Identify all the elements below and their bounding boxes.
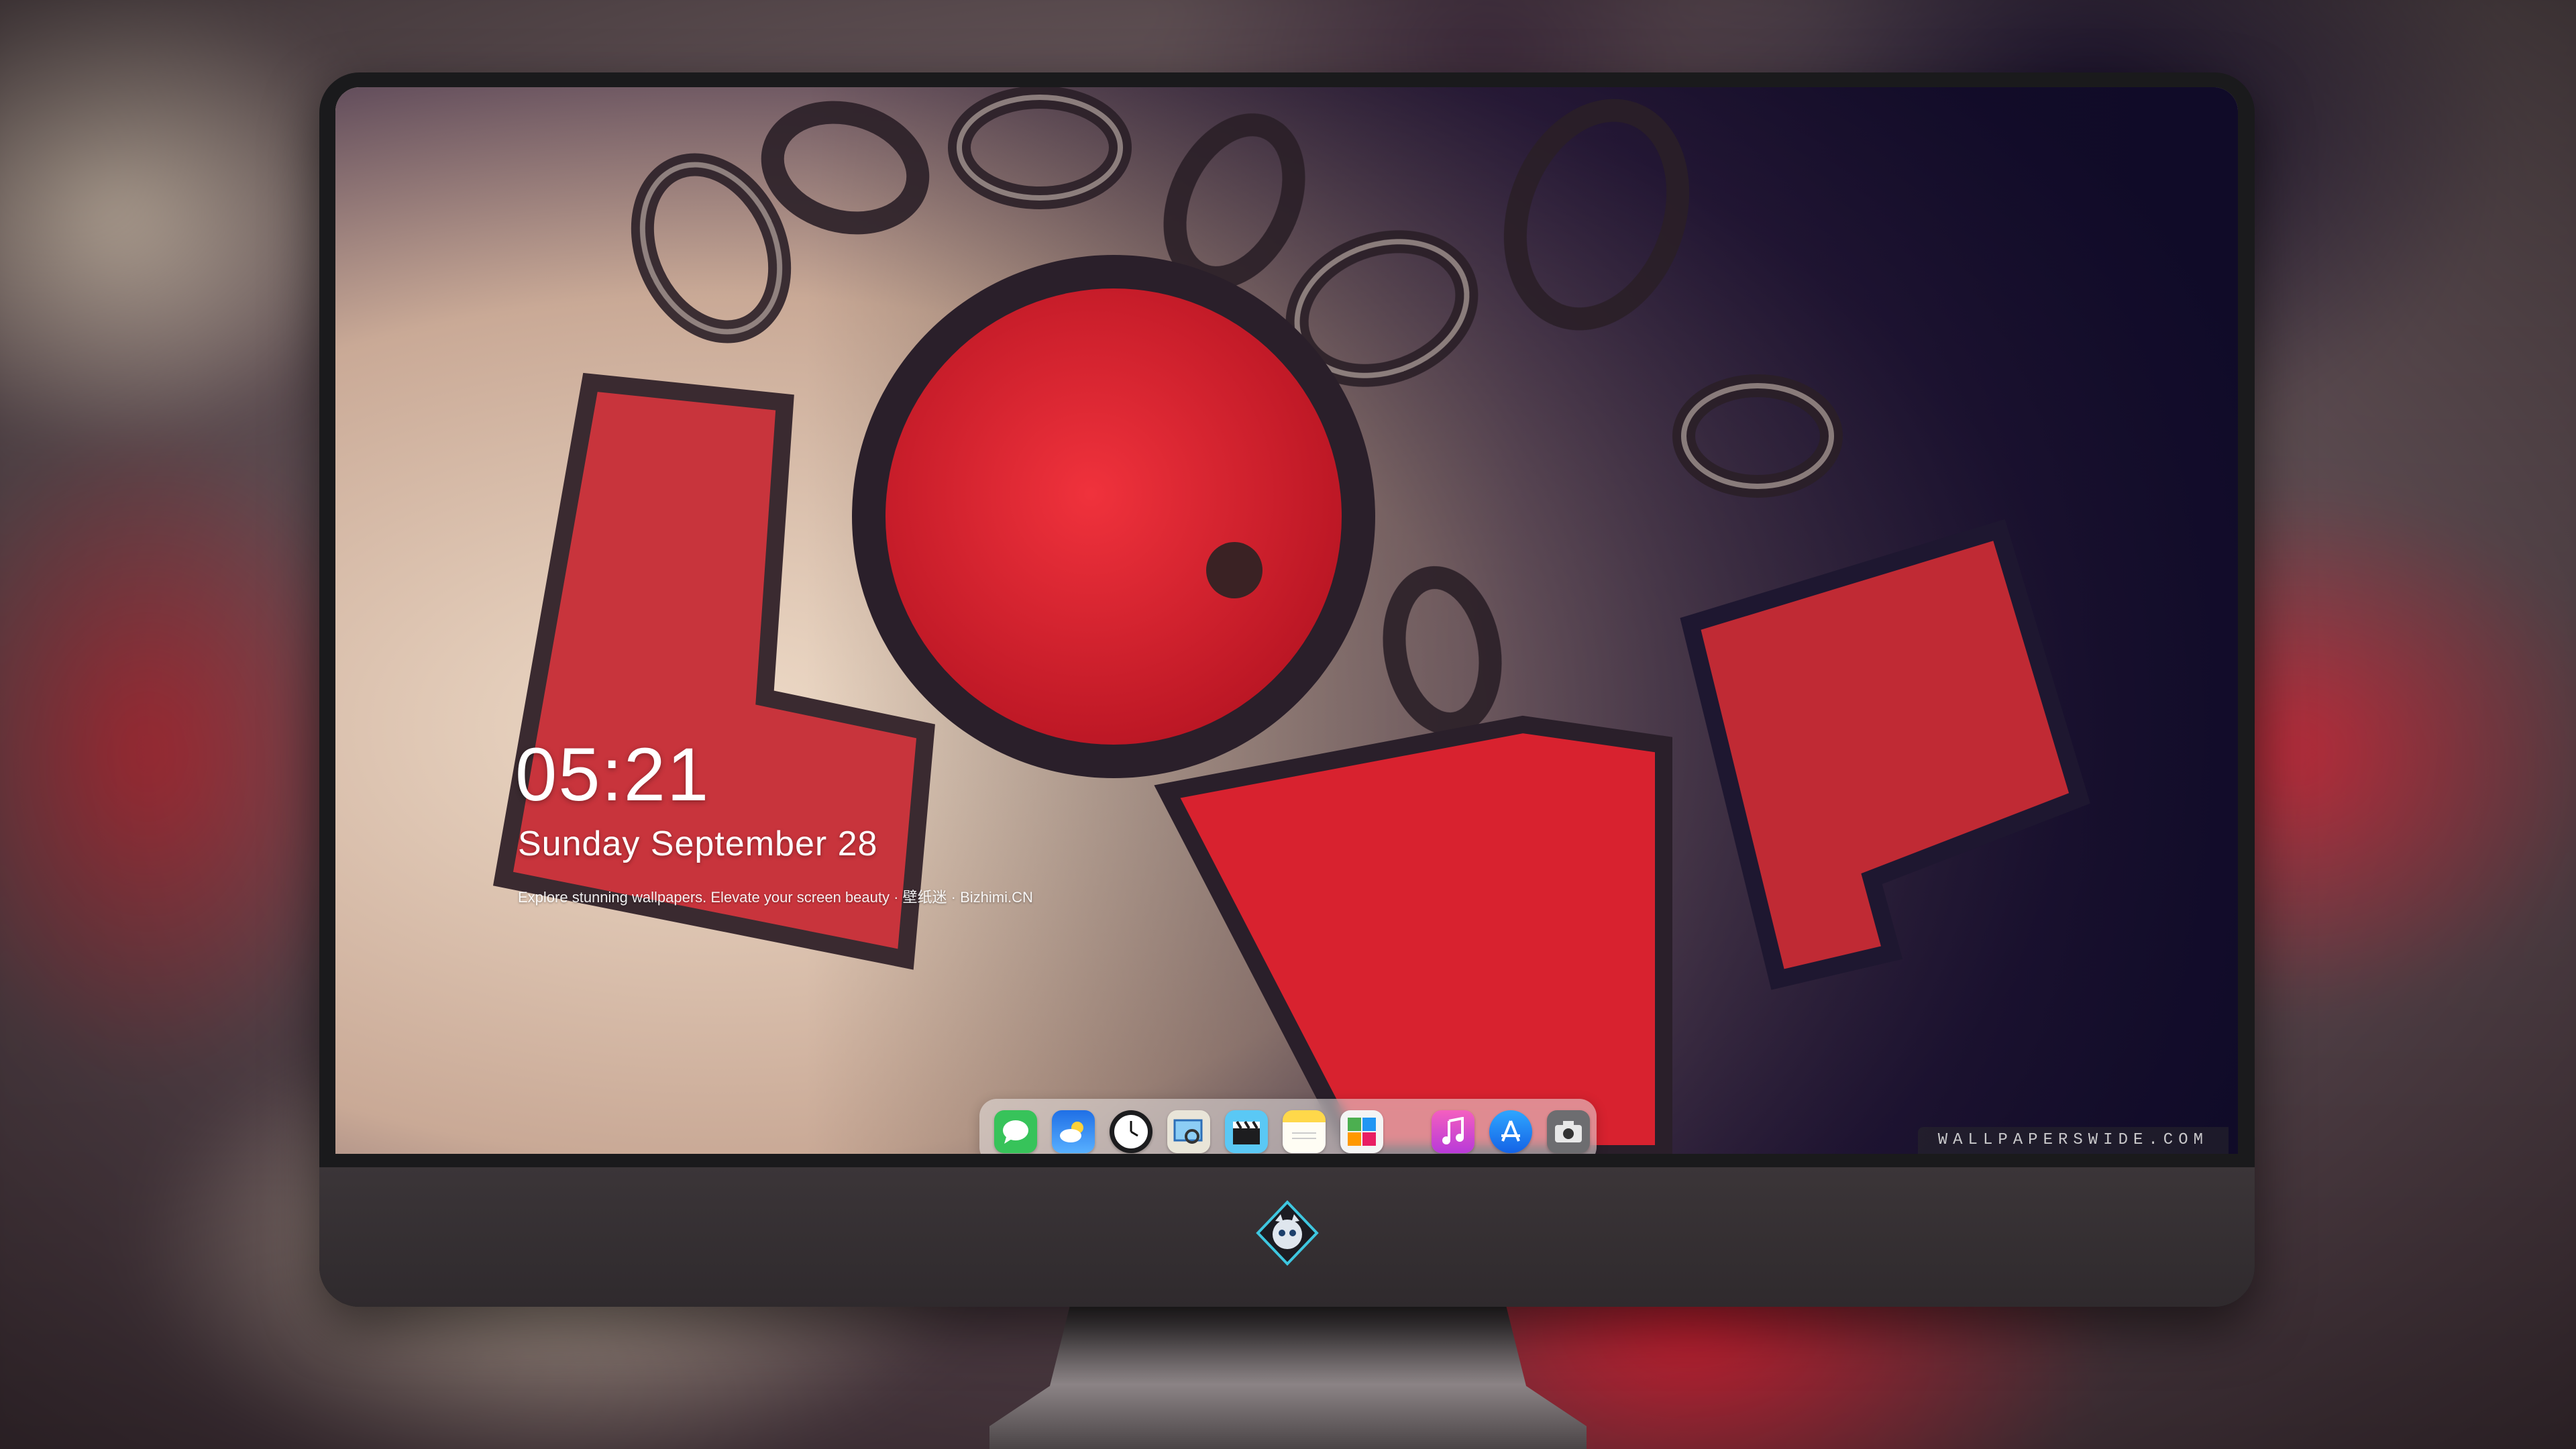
notes-icon: [1292, 1132, 1316, 1139]
clock-icon: [1114, 1115, 1148, 1148]
wallpaper: [335, 87, 2238, 1154]
dock-item-photo-booth[interactable]: [1340, 1110, 1383, 1153]
lock-screen-time: 05:21: [515, 733, 710, 816]
dock-item-messages[interactable]: [994, 1110, 1037, 1153]
dock-item-itunes[interactable]: [1432, 1110, 1474, 1153]
clapperboard-icon: [1233, 1120, 1260, 1144]
dock-item-notes[interactable]: [1283, 1110, 1326, 1153]
dock-item-weather[interactable]: [1052, 1110, 1095, 1153]
weather-icon: [1060, 1122, 1083, 1142]
mascot-logo-icon: [1256, 1200, 1319, 1266]
dock-item-screenshot[interactable]: [1547, 1110, 1590, 1153]
dock-item-app-store[interactable]: [1489, 1110, 1532, 1153]
app-store-icon: [1501, 1120, 1520, 1142]
dock: [979, 1099, 1597, 1154]
wallpaper-watermark: WALLPAPERSWIDE.COM: [1917, 1127, 2229, 1154]
dock-item-preview[interactable]: [1167, 1110, 1210, 1153]
monitor-stand: [989, 1305, 1587, 1449]
monitor: 05:21 Sunday September 28 Explore stunni…: [319, 72, 2255, 1307]
screen: 05:21 Sunday September 28 Explore stunni…: [335, 87, 2238, 1154]
camera-icon: [1555, 1121, 1582, 1142]
dock-item-clock[interactable]: [1110, 1110, 1152, 1153]
dock-item-clips[interactable]: [1225, 1110, 1268, 1153]
preview-icon: [1173, 1119, 1203, 1144]
photo-booth-icon: [1348, 1118, 1376, 1146]
music-icon: [1442, 1117, 1464, 1144]
lock-screen-date: Sunday September 28: [518, 824, 878, 863]
messages-icon: [1003, 1120, 1028, 1144]
wallpaper-caption: Explore stunning wallpapers. Elevate you…: [518, 889, 1033, 906]
